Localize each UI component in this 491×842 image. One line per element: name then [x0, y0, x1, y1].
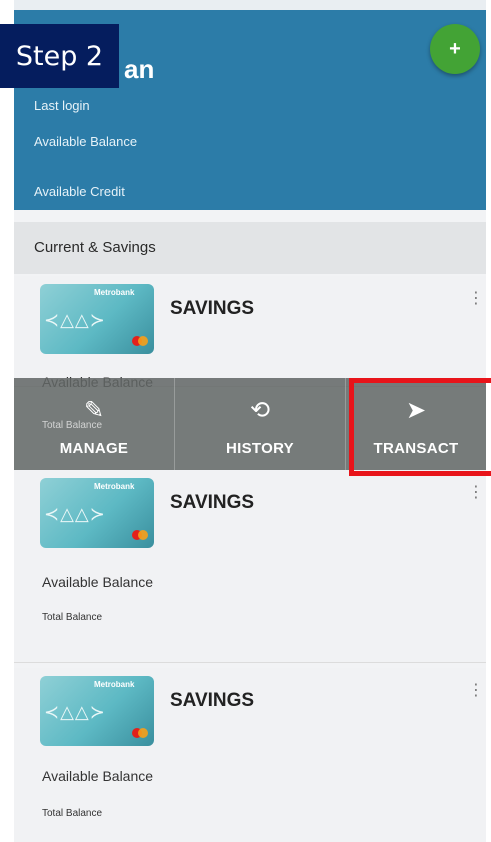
total-balance-label: Total Balance: [42, 612, 103, 623]
card-artwork-icon: ≺△△≻: [44, 310, 106, 331]
step-label: Step 2: [0, 24, 119, 88]
total-balance-label: Total Balance: [42, 808, 103, 819]
highlight-box: [349, 378, 491, 476]
manage-label: MANAGE: [59, 440, 129, 457]
debit-card-image: Metrobank ≺△△≻: [40, 284, 154, 354]
account-type: SAVINGS: [170, 298, 255, 319]
total-balance-label: Total Balance: [42, 420, 103, 431]
plus-icon: +: [449, 37, 461, 60]
mastercard-icon: [132, 530, 148, 540]
top-strip: [14, 0, 486, 10]
section-title: Current & Savings: [34, 239, 156, 256]
add-button[interactable]: +: [430, 24, 480, 74]
account-item[interactable]: Metrobank ≺△△≻ SAVINGS ⋮ Available Balan…: [14, 276, 486, 390]
account-item[interactable]: Metrobank ≺△△≻ SAVINGS ⋮ Available Balan…: [14, 668, 486, 842]
debit-card-image: Metrobank ≺△△≻: [40, 478, 154, 548]
account-item[interactable]: Metrobank ≺△△≻ SAVINGS ⋮ Available Balan…: [14, 470, 486, 663]
last-login-label: Last login: [34, 98, 90, 113]
card-bank-logo: Metrobank: [94, 482, 135, 491]
mastercard-icon: [132, 728, 148, 738]
history-icon: ⟲: [249, 396, 271, 424]
account-type: SAVINGS: [170, 492, 255, 513]
user-name: an: [124, 54, 155, 84]
card-artwork-icon: ≺△△≻: [44, 702, 106, 723]
debit-card-image: Metrobank ≺△△≻: [40, 676, 154, 746]
history-label: HISTORY: [226, 440, 294, 457]
card-bank-logo: Metrobank: [94, 288, 135, 297]
available-balance-label: Available Balance: [34, 134, 138, 149]
more-options-icon[interactable]: ⋮: [468, 484, 484, 500]
available-balance-label: Available Balance: [42, 574, 154, 590]
card-artwork-icon: ≺△△≻: [44, 504, 106, 525]
card-bank-logo: Metrobank: [94, 680, 135, 689]
available-balance-label: Available Balance: [42, 768, 154, 784]
account-type: SAVINGS: [170, 690, 255, 711]
section-header: Current & Savings: [14, 222, 486, 274]
history-button[interactable]: ⟲ HISTORY: [175, 378, 345, 470]
available-credit-label: Available Credit: [34, 184, 125, 199]
more-options-icon[interactable]: ⋮: [468, 682, 484, 698]
more-options-icon[interactable]: ⋮: [468, 290, 484, 306]
mastercard-icon: [132, 336, 148, 346]
